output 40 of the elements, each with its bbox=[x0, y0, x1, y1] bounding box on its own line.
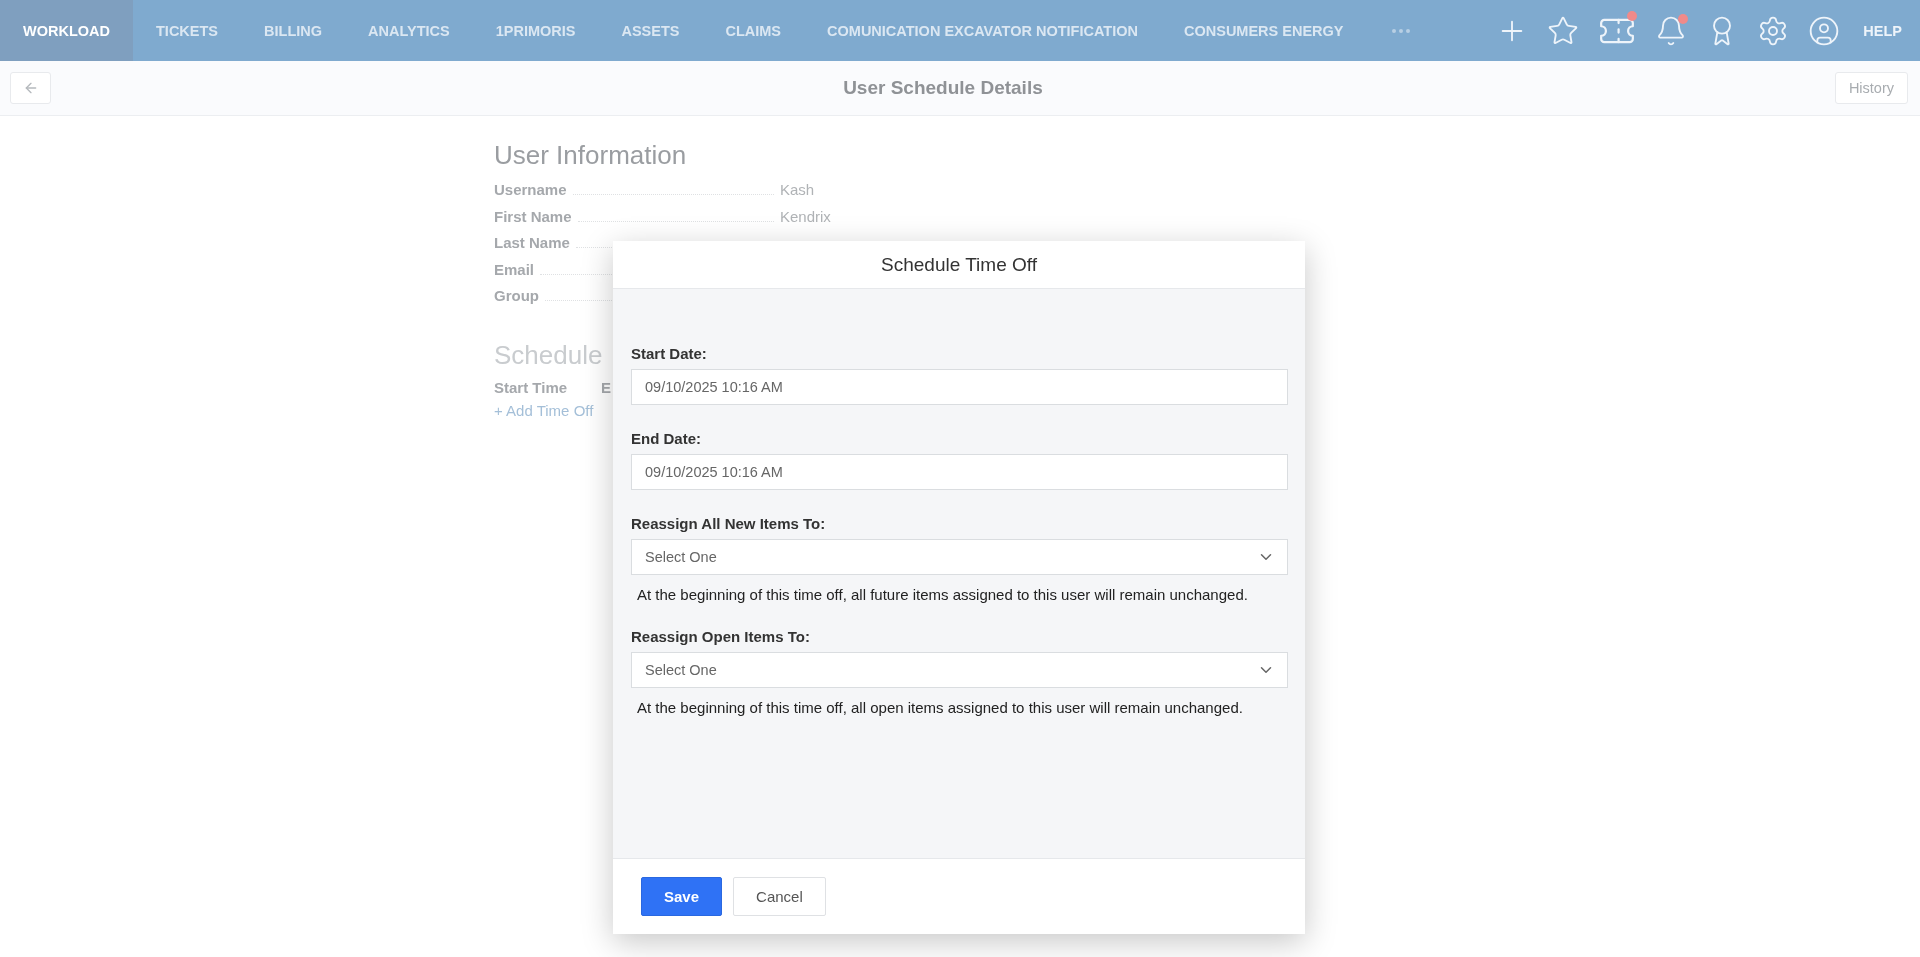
nav-tab[interactable]: 1PRIMORIS bbox=[472, 0, 599, 61]
user-icon[interactable] bbox=[1808, 14, 1841, 47]
nav-tab[interactable]: ANALYTICS bbox=[345, 0, 473, 61]
field-label: Last Name bbox=[494, 234, 570, 251]
dialog-title: Schedule Time Off bbox=[613, 241, 1305, 289]
cancel-button[interactable]: Cancel bbox=[733, 877, 826, 916]
field-label: Username bbox=[494, 181, 567, 198]
nav-tab[interactable]: ASSETS bbox=[598, 0, 703, 61]
help-text: At the beginning of this time off, all future items assigned to this user will remain unchanged. bbox=[637, 585, 1249, 605]
help-link[interactable]: HELP bbox=[1863, 22, 1902, 39]
star-icon[interactable] bbox=[1547, 14, 1580, 47]
nav-tab[interactable]: CLAIMS bbox=[702, 0, 805, 61]
select-field[interactable]: Select One bbox=[631, 539, 1288, 575]
nav-tab[interactable]: BILLING bbox=[241, 0, 346, 61]
field-label: Email bbox=[494, 260, 535, 278]
help-text: At the beginning of this time off, all open items assigned to this user will remain unchanged. bbox=[637, 698, 1244, 718]
date-field[interactable]: 09/10/2025 10:16 AM bbox=[631, 369, 1288, 405]
field-label: First Name bbox=[494, 207, 572, 225]
section-title: User Information bbox=[494, 140, 687, 171]
field-value: Kash bbox=[780, 181, 816, 198]
nav-tab[interactable]: CONSUMERS ENERGY bbox=[1161, 0, 1367, 61]
field-label: Reassign All New Items To: bbox=[631, 515, 827, 532]
page-title: User Schedule Details bbox=[843, 77, 1043, 99]
nav-tab[interactable]: WORKLOAD bbox=[0, 0, 133, 61]
back-button[interactable] bbox=[10, 72, 51, 104]
field-label: Reassign Open Items To: bbox=[631, 628, 811, 645]
select-field[interactable]: Select One bbox=[631, 652, 1288, 688]
bell-icon[interactable] bbox=[1655, 14, 1688, 47]
field-label: Group bbox=[494, 287, 539, 304]
nav-tab[interactable]: COMUNICATION EXCAVATOR NOTIFICATION bbox=[804, 0, 1161, 61]
field-value: Kendrix bbox=[780, 207, 832, 225]
field-label: End Date: bbox=[631, 430, 702, 447]
date-field[interactable]: 09/10/2025 10:16 AM bbox=[631, 454, 1288, 490]
column-header: E bbox=[601, 378, 612, 396]
add-time-off-link[interactable]: + Add Time Off bbox=[494, 401, 594, 419]
field-label: Start Date: bbox=[631, 345, 708, 362]
history-button[interactable]: History bbox=[1834, 72, 1908, 104]
column-header: Start Time bbox=[494, 378, 568, 396]
nav-tab[interactable]: TICKETS bbox=[133, 0, 242, 61]
save-button[interactable]: Save bbox=[641, 877, 723, 916]
